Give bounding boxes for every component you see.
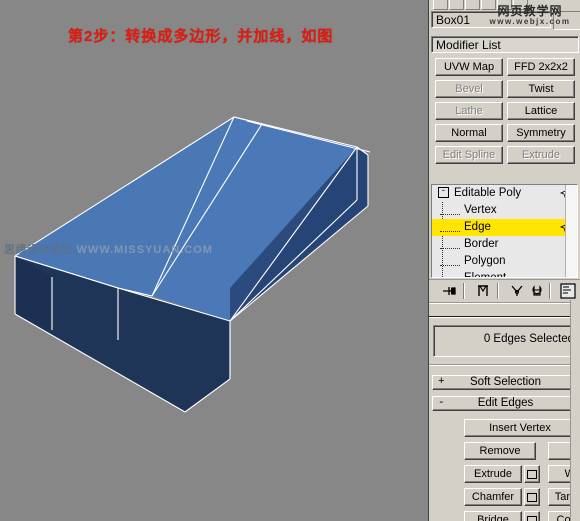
modifier-stack-scrollbar[interactable] bbox=[565, 185, 577, 277]
modifier-button-bevel[interactable]: Bevel bbox=[435, 80, 503, 98]
stack-subobject-label: Border bbox=[464, 238, 499, 250]
modifier-button-normal[interactable]: Normal bbox=[435, 124, 503, 142]
watermark-cn-text: 思缘设计论坛 bbox=[4, 244, 73, 256]
tree-branch-icon bbox=[440, 273, 460, 277]
make-unique-icon[interactable] bbox=[509, 283, 525, 299]
stack-collapse-icon[interactable]: - bbox=[438, 187, 449, 199]
modifier-stack-toolbar[interactable] bbox=[429, 279, 580, 302]
modifier-list-dropdown[interactable]: Modifier List bbox=[431, 36, 579, 53]
stack-subobject-polygon[interactable]: Polygon bbox=[432, 253, 577, 270]
pin-stack-icon[interactable] bbox=[441, 283, 457, 299]
viewport-watermark: 思缘设计论坛 WWW.MISSYUAN.COM bbox=[4, 241, 213, 257]
create-tab-icon[interactable] bbox=[433, 0, 448, 10]
modifier-button-twist[interactable]: Twist bbox=[507, 80, 575, 98]
editable-poly-box[interactable] bbox=[0, 0, 428, 521]
display-tab-icon[interactable] bbox=[497, 0, 512, 10]
remove-modifier-icon[interactable] bbox=[529, 283, 545, 299]
rollout-label: Edit Edges bbox=[477, 397, 534, 409]
remove-button[interactable]: Remove bbox=[464, 442, 536, 460]
stack-subobject-label: Edge bbox=[464, 221, 491, 233]
modifier-button-uvw-map[interactable]: UVW Map bbox=[435, 58, 503, 76]
modifier-button-extrude[interactable]: Extrude bbox=[507, 146, 575, 164]
perspective-viewport[interactable]: 第2步：转换成多边形，并加线，如图 思缘设计论坛 WWW.MISSYUAN.CO… bbox=[0, 0, 428, 521]
rollout-collapse-icon: - bbox=[438, 397, 445, 409]
rollout-label: Soft Selection bbox=[470, 376, 541, 388]
chamfer-settings-button[interactable] bbox=[524, 488, 540, 506]
extrude-button[interactable]: Extrude bbox=[464, 465, 522, 483]
stack-item-editable-poly[interactable]: - Editable Poly bbox=[432, 185, 577, 202]
stack-subobject-label: Polygon bbox=[464, 255, 506, 267]
bridge-button[interactable]: Bridge bbox=[464, 511, 522, 521]
stack-subobject-label: Element bbox=[464, 272, 507, 278]
modifier-button-symmetry[interactable]: Symmetry bbox=[507, 124, 575, 142]
tree-branch-icon bbox=[440, 239, 460, 249]
insert-vertex-button[interactable]: Insert Vertex bbox=[464, 419, 576, 437]
rollout-expand-icon: + bbox=[438, 376, 445, 388]
chamfer-button[interactable]: Chamfer bbox=[464, 488, 522, 506]
object-name-field[interactable]: Box01 bbox=[431, 11, 551, 28]
modifier-stack[interactable]: - Editable Poly Vertex Edge Border Polyg… bbox=[431, 184, 578, 278]
configure-modifier-sets-icon[interactable] bbox=[560, 283, 576, 299]
extrude-settings-button[interactable] bbox=[524, 465, 540, 483]
stack-subobject-label: Vertex bbox=[464, 204, 497, 216]
command-panel-scrollbar[interactable] bbox=[570, 300, 580, 521]
selection-status-box: 0 Edges Selected bbox=[433, 325, 579, 357]
selection-status-text: 0 Edges Selected bbox=[483, 333, 574, 345]
tree-branch-icon bbox=[440, 256, 460, 266]
rollout-edit-edges[interactable]: - Edit Edges bbox=[432, 396, 579, 411]
stack-item-label: Editable Poly bbox=[454, 187, 522, 199]
command-panel-tab-icons[interactable] bbox=[429, 0, 580, 11]
tree-branch-icon bbox=[440, 222, 460, 232]
tree-branch-icon bbox=[440, 205, 460, 215]
modify-tab-icon[interactable] bbox=[449, 0, 464, 10]
watermark-en-text: WWW.MISSYUAN.COM bbox=[76, 244, 213, 256]
modifier-button-edit-spline[interactable]: Edit Spline bbox=[435, 146, 503, 164]
motion-tab-icon[interactable] bbox=[481, 0, 496, 10]
bridge-settings-button[interactable] bbox=[524, 511, 540, 521]
modifier-button-lathe[interactable]: Lathe bbox=[435, 102, 503, 120]
hierarchy-tab-icon[interactable] bbox=[465, 0, 480, 10]
stack-subobject-element[interactable]: Element bbox=[432, 270, 577, 278]
modifier-button-lattice[interactable]: Lattice bbox=[507, 102, 575, 120]
rollout-soft-selection[interactable]: + Soft Selection bbox=[432, 375, 579, 390]
stack-subobject-border[interactable]: Border bbox=[432, 236, 577, 253]
stack-subobject-vertex[interactable]: Vertex bbox=[432, 202, 577, 219]
stack-subobject-edge[interactable]: Edge bbox=[432, 219, 577, 236]
modifier-button-ffd-2x2x2[interactable]: FFD 2x2x2 bbox=[507, 58, 575, 76]
object-color-swatch[interactable] bbox=[553, 11, 580, 30]
show-end-result-icon[interactable] bbox=[475, 283, 491, 299]
command-panel[interactable]: Box01 网页教学网 www.webjx.com Modifier List … bbox=[428, 0, 580, 521]
utilities-tab-icon[interactable] bbox=[513, 0, 528, 10]
